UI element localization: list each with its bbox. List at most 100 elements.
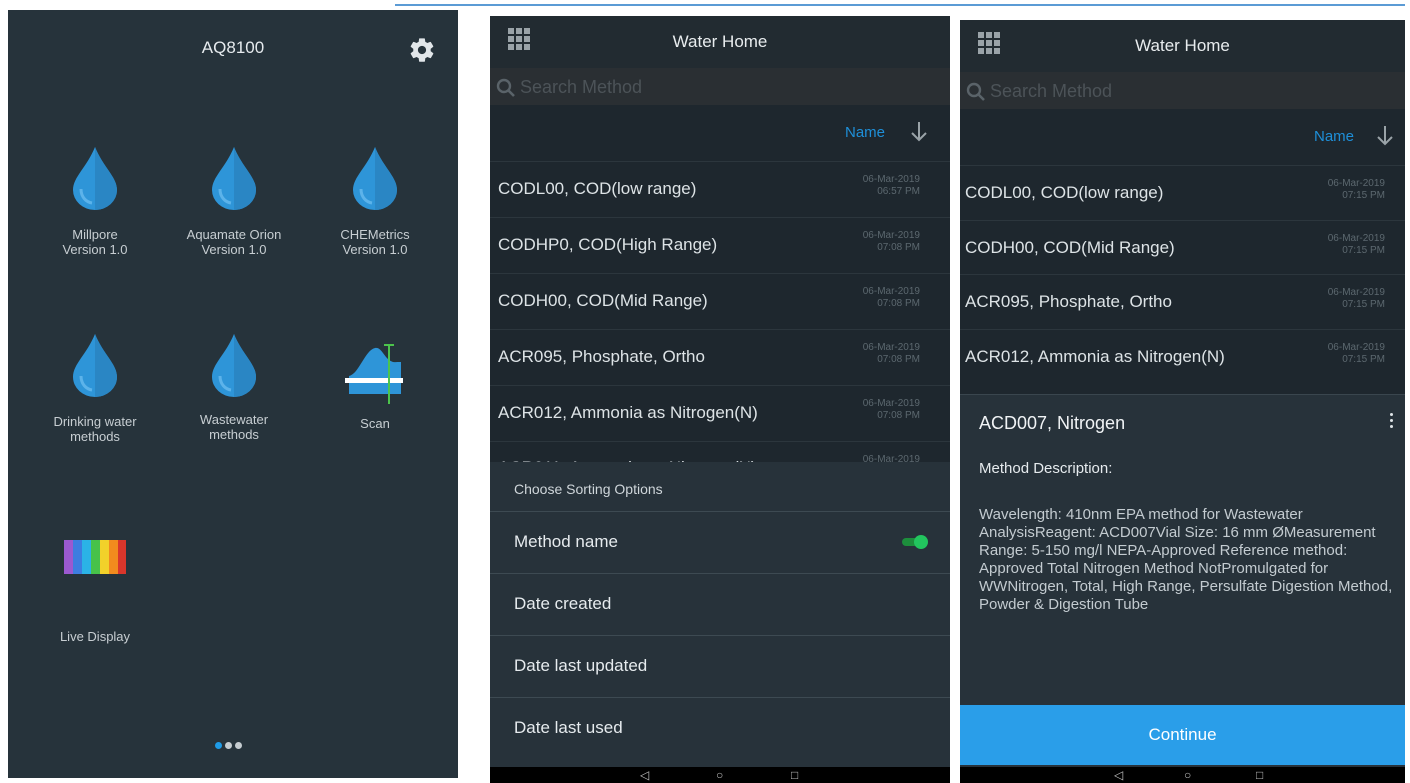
method-date: 06-Mar-2019 07:08 PM (862, 342, 920, 365)
sort-by-name-button[interactable]: Name (845, 124, 885, 141)
app-name: Scan (360, 416, 390, 431)
method-list-item[interactable]: ACR095, Phosphate, Ortho 06-Mar-2019 07:0… (490, 329, 950, 386)
page-dot-active[interactable] (214, 742, 222, 749)
sort-options-header: Choose Sorting Options (514, 481, 663, 497)
method-date: 06-Mar-2019 07:08 PM (862, 230, 920, 253)
method-list-item[interactable]: CODHP0, COD(High Range) 06-Mar-2019 07:08… (490, 217, 950, 274)
app-version: Version 1.0 (342, 242, 408, 257)
recents-icon[interactable]: □ (791, 767, 798, 783)
search-icon (496, 78, 515, 97)
screen-title: Water Home (672, 32, 768, 51)
sort-option-label: Date created (514, 594, 612, 613)
sort-option-date-last-updated[interactable]: Date last updated (490, 635, 950, 697)
method-detail-title: ACD007, Nitrogen (979, 413, 1126, 433)
sort-option-label: Method name (514, 532, 618, 551)
search-icon (966, 82, 985, 101)
sort-option-date-last-used[interactable]: Date last used (490, 697, 950, 759)
search-input[interactable]: Search Method (990, 81, 1112, 102)
app-name: CHEMetrics (340, 227, 410, 242)
app-version: methods (209, 427, 259, 442)
app-name: Drinking water (53, 414, 137, 429)
page-dot[interactable] (224, 742, 232, 749)
settings-gear-icon[interactable] (408, 36, 436, 64)
app-version: Version 1.0 (201, 242, 267, 257)
system-nav-bar: ◁ ○ □ (960, 767, 1405, 783)
app-chemetrics[interactable]: CHEMetrics Version 1.0 (305, 145, 445, 257)
method-date: 06-Mar-2019 07:15 PM (1327, 233, 1385, 256)
sort-options-sheet: Choose Sorting Options Method name Date … (490, 462, 950, 767)
sort-option-label: Date last updated (514, 656, 648, 675)
app-bar: Water Home (960, 20, 1405, 72)
home-icon[interactable]: ○ (716, 767, 723, 783)
more-options-icon[interactable] (1390, 413, 1394, 431)
method-name: ACR012, Ammonia as Nitrogen(N) (498, 403, 758, 422)
sort-control: Name (490, 105, 950, 161)
app-name: Wastewater (199, 412, 269, 427)
water-drop-icon (212, 147, 256, 210)
app-live-display[interactable]: Live Display (25, 540, 165, 644)
method-date: 06-Mar-2019 07:15 PM (1327, 287, 1385, 310)
sort-option-label: Date last used (514, 718, 623, 737)
home-icon[interactable]: ○ (1184, 767, 1191, 783)
method-name: ACR095, Phosphate, Ortho (965, 292, 1172, 311)
recents-icon[interactable]: □ (1256, 767, 1263, 783)
spectrum-icon (64, 540, 126, 574)
method-name: ACR012, Ammonia as Nitrogen(N) (965, 347, 1225, 366)
app-name: Millpore (72, 227, 118, 242)
method-list-item[interactable]: ACR095, Phosphate, Ortho 06-Mar-2019 07:1… (960, 274, 1405, 331)
method-date: 06-Mar-2019 07:15 PM (1327, 342, 1385, 365)
continue-button[interactable]: Continue (960, 705, 1405, 765)
launcher-screen: AQ8100 Millpore Version 1.0 Aquamate Orio… (8, 10, 458, 778)
method-detail-screen: Water Home Search Method Name CODL00, CO… (960, 20, 1405, 783)
page-dot[interactable] (234, 742, 242, 749)
sort-toggle-switch[interactable] (902, 535, 928, 549)
sort-option-date-created[interactable]: Date created (490, 573, 950, 635)
method-list-item[interactable]: ACR012, Ammonia as Nitrogen(N) 06-Mar-20… (960, 329, 1405, 386)
method-name: CODH00, COD(Mid Range) (498, 291, 708, 310)
top-divider-line (395, 4, 1405, 6)
water-drop-icon (212, 334, 256, 397)
method-name: CODL00, COD(low range) (498, 179, 697, 198)
method-list-sort-screen: Water Home Search Method Name CODL00, CO… (490, 16, 950, 783)
app-aquamate-orion[interactable]: Aquamate Orion Version 1.0 (164, 145, 304, 257)
method-name: CODL00, COD(low range) (965, 183, 1164, 202)
launcher-title: AQ8100 (201, 38, 265, 57)
app-drinking-water-methods[interactable]: Drinking water methods (25, 332, 165, 444)
sort-direction-arrow-icon[interactable] (1376, 125, 1394, 147)
system-nav-bar: ◁ ○ □ (490, 767, 950, 783)
app-scan[interactable]: Scan (305, 340, 445, 431)
app-name: Aquamate Orion (186, 227, 282, 242)
scan-icon (345, 344, 403, 404)
search-bar[interactable]: Search Method (490, 68, 950, 105)
app-version: methods (70, 429, 120, 444)
method-date: 06-Mar-2019 06:57 PM (862, 174, 920, 197)
sort-by-name-button[interactable]: Name (1314, 128, 1354, 145)
method-detail-sheet: ACD007, Nitrogen Method Description: Wav… (960, 394, 1405, 768)
sort-option-method-name[interactable]: Method name (490, 511, 950, 573)
method-name: CODH00, COD(Mid Range) (965, 238, 1175, 257)
back-icon[interactable]: ◁ (1114, 767, 1123, 783)
method-name: CODHP0, COD(High Range) (498, 235, 718, 254)
method-name: ACR095, Phosphate, Ortho (498, 347, 705, 366)
method-description-text: Wavelength: 410nm EPA method for Wastewa… (979, 506, 1393, 613)
search-input[interactable]: Search Method (520, 77, 642, 98)
app-millpore[interactable]: Millpore Version 1.0 (25, 145, 165, 257)
search-bar[interactable]: Search Method (960, 72, 1405, 109)
method-date: 06-Mar-2019 07:15 PM (1327, 178, 1385, 201)
method-date: 06-Mar-2019 07:08 PM (862, 286, 920, 309)
method-list-item[interactable]: CODL00, COD(low range) 06-Mar-2019 06:57 … (490, 161, 950, 218)
water-drop-icon (73, 334, 117, 397)
sort-control: Name (960, 109, 1405, 165)
app-name: Live Display (59, 629, 131, 644)
back-icon[interactable]: ◁ (640, 767, 649, 783)
app-wastewater-methods[interactable]: Wastewater methods (164, 332, 304, 442)
sort-direction-arrow-icon[interactable] (910, 121, 928, 143)
method-list-item[interactable]: CODH00, COD(Mid Range) 06-Mar-2019 07:08 … (490, 273, 950, 330)
method-list-item[interactable]: CODL00, COD(low range) 06-Mar-2019 07:15 … (960, 165, 1405, 222)
method-list-item[interactable]: ACR012, Ammonia as Nitrogen(N) 06-Mar-20… (490, 385, 950, 442)
app-bar: Water Home (490, 16, 950, 68)
screen-title: Water Home (1135, 36, 1230, 55)
method-list-item[interactable]: CODH00, COD(Mid Range) 06-Mar-2019 07:15 … (960, 220, 1405, 277)
page-indicator (213, 736, 243, 754)
app-version: Version 1.0 (62, 242, 128, 257)
